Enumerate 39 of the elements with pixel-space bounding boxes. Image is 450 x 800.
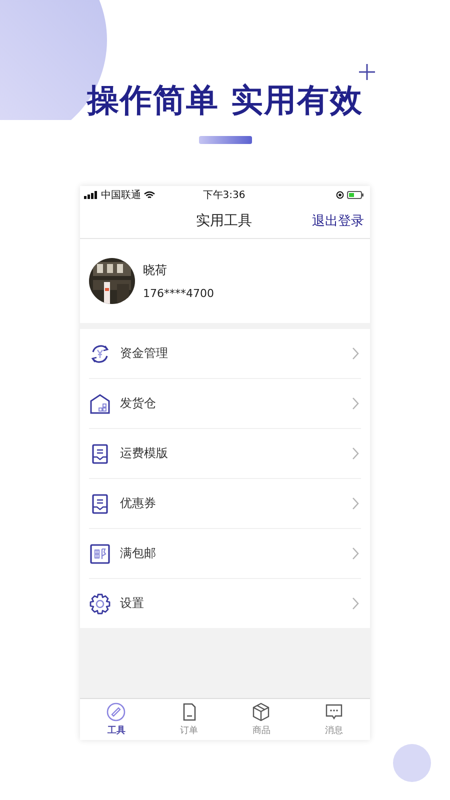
phone-number: 176****4700 (143, 287, 214, 300)
tab[interactable]: 订单 (152, 699, 225, 740)
house-icon (89, 392, 111, 414)
menu-item[interactable]: 发货仓 (89, 379, 361, 429)
chat-icon (324, 702, 344, 722)
chevron-right-icon (352, 497, 359, 510)
circle-decoration (393, 744, 431, 782)
document-icon (89, 492, 111, 514)
tab[interactable]: 工具 (80, 699, 152, 740)
settings-icon (89, 592, 111, 614)
signal-icon (84, 190, 98, 198)
chevron-right-icon (352, 547, 359, 560)
chevron-right-icon (352, 597, 359, 610)
box-icon (251, 702, 272, 722)
ruler-icon (106, 702, 126, 722)
stamp-icon (89, 542, 111, 564)
chevron-right-icon (352, 397, 359, 410)
accent-bar (198, 136, 252, 144)
menu-item[interactable]: 满包邮 (89, 529, 361, 579)
chevron-right-icon (352, 347, 359, 360)
document-icon (89, 442, 111, 464)
headline: 操作简单 实用有效 (86, 80, 364, 120)
menu-item[interactable]: 设置 (89, 579, 361, 628)
battery-icon (347, 190, 364, 198)
user-name: 晓荷 (143, 262, 168, 279)
tab[interactable]: 商品 (225, 699, 298, 740)
status-time: 下午3:36 (202, 188, 246, 202)
plus-icon (359, 64, 375, 80)
menu-item[interactable]: 优惠券 (89, 479, 361, 529)
logout-button[interactable]: 退出登录 (312, 212, 364, 230)
menu-item[interactable]: 资金管理 (89, 329, 361, 379)
money-icon (89, 342, 111, 364)
chevron-right-icon (352, 447, 359, 460)
carrier-name: 中国联通 (101, 188, 141, 202)
page-title: 实用工具 (196, 212, 252, 230)
menu-item[interactable]: 运费模版 (89, 429, 361, 479)
wifi-icon (144, 190, 155, 198)
lock-rotation-icon (336, 190, 344, 198)
tab[interactable]: 消息 (298, 699, 370, 740)
